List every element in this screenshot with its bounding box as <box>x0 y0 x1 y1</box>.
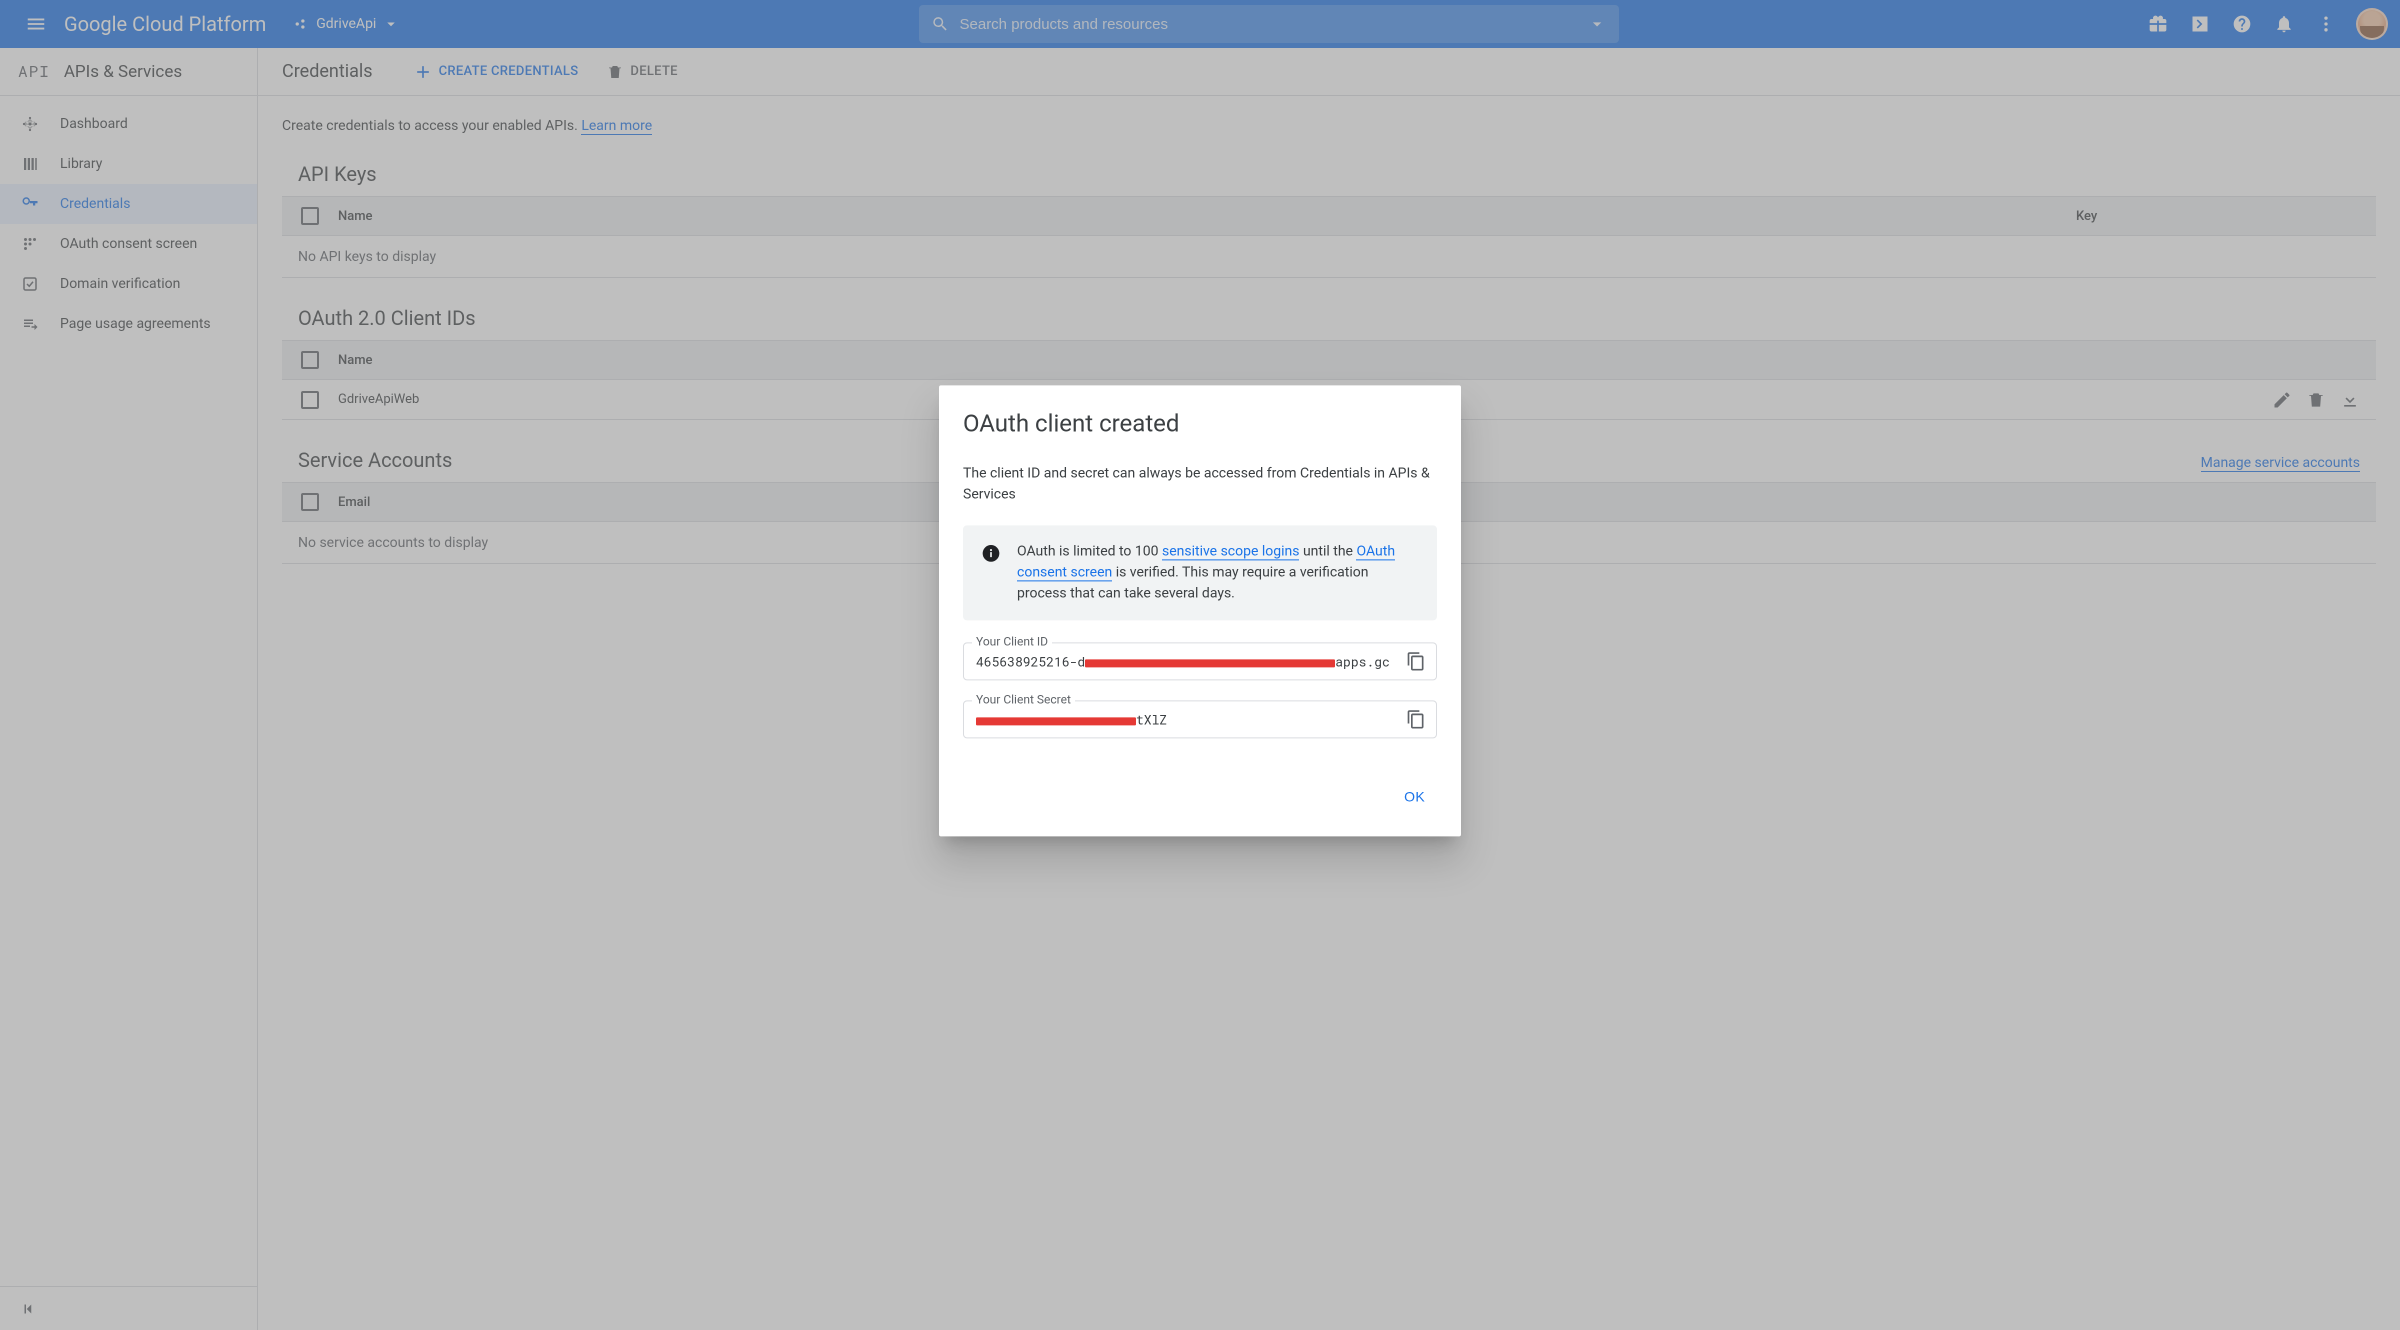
oauth-created-dialog: OAuth client created The client ID and s… <box>939 385 1461 836</box>
client-secret-label: Your Client Secret <box>972 692 1075 706</box>
info-box: OAuth is limited to 100 sensitive scope … <box>963 525 1437 620</box>
client-id-label: Your Client ID <box>972 634 1052 648</box>
sensitive-scope-link[interactable]: sensitive scope logins <box>1162 543 1300 560</box>
info-icon <box>981 543 1001 563</box>
client-secret-field: Your Client Secret tXlZ <box>963 700 1437 738</box>
client-id-field: Your Client ID 465638925216-dapps.gc <box>963 642 1437 680</box>
dialog-desc: The client ID and secret can always be a… <box>963 463 1437 505</box>
dialog-title: OAuth client created <box>963 409 1437 437</box>
client-secret-value[interactable]: tXlZ <box>976 710 1398 728</box>
copy-icon[interactable] <box>1406 709 1426 729</box>
ok-button[interactable]: OK <box>1392 780 1437 812</box>
copy-icon[interactable] <box>1406 651 1426 671</box>
client-id-value[interactable]: 465638925216-dapps.gc <box>976 652 1398 670</box>
